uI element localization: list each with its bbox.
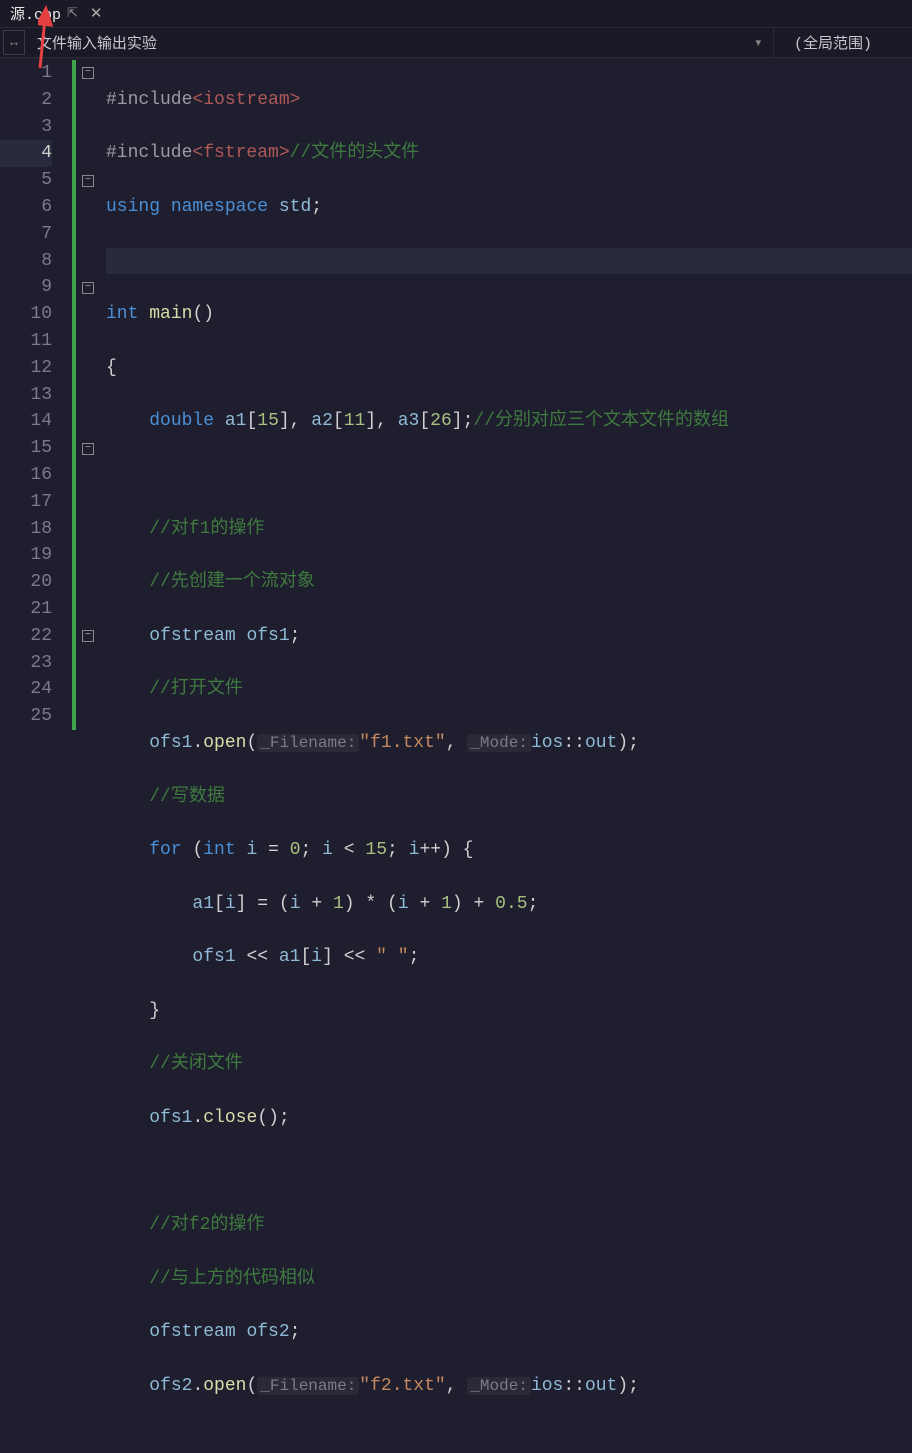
fold-toggle[interactable]: −	[82, 67, 94, 79]
fold-toggle[interactable]: −	[82, 282, 94, 294]
pin-icon[interactable]: ⇱	[67, 6, 78, 21]
scope-dropdown[interactable]: (全局范围)	[773, 28, 912, 57]
tab-bar: 源.cpp ⇱ ✕	[0, 0, 912, 28]
tab-label: 源.cpp	[10, 3, 61, 24]
file-tab[interactable]: 源.cpp ⇱ ✕	[0, 0, 113, 28]
scope-label: (全局范围)	[794, 36, 872, 53]
line-number-gutter: 123 4 567 8910 111213 141516 171819 2021…	[0, 58, 72, 732]
nav-back-icon[interactable]: ↔	[3, 30, 25, 55]
breadcrumb-dropdown[interactable]: 文件输入输出实验 ▾	[25, 28, 773, 57]
chevron-down-icon: ▾	[755, 36, 761, 50]
breadcrumb-label: 文件输入输出实验	[37, 32, 157, 53]
navigation-bar: ↔ 文件输入输出实验 ▾ (全局范围)	[0, 28, 912, 58]
code-editor[interactable]: 123 4 567 8910 111213 141516 171819 2021…	[0, 58, 912, 732]
fold-gutter: − − − − −	[76, 58, 100, 732]
fold-toggle[interactable]: −	[82, 443, 94, 455]
fold-toggle[interactable]: −	[82, 175, 94, 187]
code-area[interactable]: #include<iostream> #include<fstream>//文件…	[100, 58, 912, 732]
fold-toggle[interactable]: −	[82, 630, 94, 642]
close-icon[interactable]: ✕	[90, 4, 103, 23]
